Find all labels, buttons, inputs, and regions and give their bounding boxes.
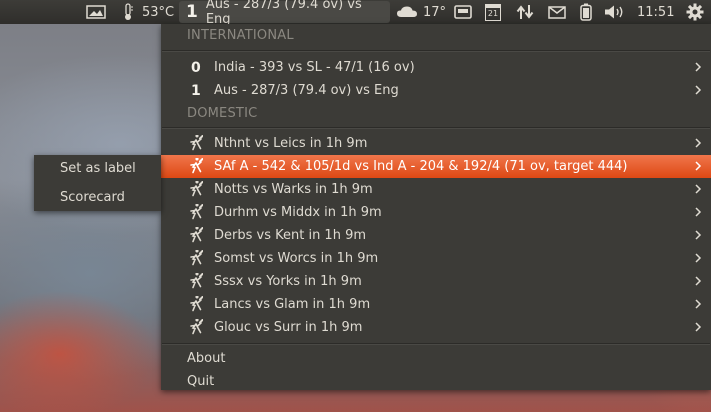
chevron-right-icon [695,253,702,263]
network-arrows-icon [516,5,534,19]
cricket-label: Aus - 287/3 (79.4 ov) vs Eng [205,0,362,27]
weather-indicator[interactable]: 17° [396,0,446,24]
domestic-match-item[interactable]: Somst vs Worcs in 1h 9m [161,247,711,270]
messaging-indicator[interactable] [548,0,566,24]
match-label: SAf A - 542 & 105/1d vs Ind A - 204 & 19… [214,159,628,174]
hardware-indicator[interactable] [86,0,106,24]
chevron-right-icon [695,207,702,217]
domestic-match-item[interactable]: Notts vs Warks in 1h 9m [161,178,711,201]
batsman-icon [190,296,203,312]
about-label: About [187,351,226,366]
menu-separator [162,50,710,52]
batsman-icon [190,158,203,174]
match-label: Notts vs Warks in 1h 9m [214,182,373,197]
clock-text: 11:51 [637,4,675,20]
calendar-icon: 21 [485,3,501,21]
battery-indicator[interactable] [580,0,592,24]
scorecard-item[interactable]: Scorecard [34,184,161,210]
calendar-indicator[interactable]: 21 [485,0,501,24]
match-label: Nthnt vs Leics in 1h 9m [214,136,368,151]
match-label: India - 393 vs SL - 47/1 (16 ov) [214,60,415,75]
drive-indicator[interactable] [454,0,472,24]
chevron-right-icon [695,85,702,95]
weather-temp: 17° [423,4,447,20]
domestic-match-item[interactable]: SAf A - 542 & 105/1d vs Ind A - 204 & 19… [161,155,711,178]
batsman-icon [190,273,203,289]
volume-icon [605,5,623,19]
gear-icon [686,3,704,21]
batsman-icon [190,181,203,197]
international-header: INTERNATIONAL [187,28,294,43]
match-number: 0 [191,59,201,76]
international-match-item[interactable]: 1 Aus - 287/3 (79.4 ov) vs Eng [161,79,711,102]
chevron-right-icon [695,230,702,240]
domestic-match-item[interactable]: Lancs vs Glam in 1h 9m [161,293,711,316]
calendar-day: 21 [485,7,501,21]
screen-icon [86,5,106,19]
match-label: Lancs vs Glam in 1h 9m [214,297,371,312]
chevron-right-icon [695,161,702,171]
match-submenu: Set as label Scorecard [34,155,161,211]
chevron-right-icon [695,62,702,72]
batsman-icon [190,250,203,266]
match-label: Aus - 287/3 (79.4 ov) vs Eng [214,83,399,98]
menu-separator [162,343,710,345]
set-as-label-text: Set as label [60,160,136,176]
match-label: Derbs vs Kent in 1h 9m [214,228,367,243]
batsman-icon [190,204,203,220]
cricket-score-indicator[interactable]: 1 Aus - 287/3 (79.4 ov) vs Eng [179,0,390,27]
battery-icon [580,3,592,21]
chevron-right-icon [695,184,702,194]
about-item[interactable]: About [161,347,711,370]
international-match-item[interactable]: 0 India - 393 vs SL - 47/1 (16 ov) [161,56,711,79]
chevron-right-icon [695,299,702,309]
domestic-match-item[interactable]: Glouc vs Surr in 1h 9m [161,316,711,339]
batsman-icon [190,135,203,151]
sound-indicator[interactable] [604,0,626,24]
set-as-label-item[interactable]: Set as label [34,155,161,181]
match-label: Durhm vs Middx in 1h 9m [214,205,382,220]
domestic-match-item[interactable]: Sssx vs Yorks in 1h 9m [161,270,711,293]
network-indicator[interactable] [516,0,534,24]
thermometer-icon [125,3,133,20]
match-label: Glouc vs Surr in 1h 9m [214,320,363,335]
drive-icon [454,5,472,19]
domestic-match-item[interactable]: Durhm vs Middx in 1h 9m [161,201,711,224]
match-label: Sssx vs Yorks in 1h 9m [214,274,362,289]
session-indicator[interactable] [686,0,704,24]
chevron-right-icon [695,138,702,148]
thermometer-indicator[interactable]: 53°C [122,0,174,24]
match-number: 1 [191,82,201,99]
quit-item[interactable]: Quit [161,370,711,393]
domestic-match-item[interactable]: Derbs vs Kent in 1h 9m [161,224,711,247]
domestic-match-item[interactable]: Nthnt vs Leics in 1h 9m [161,132,711,155]
clock-indicator[interactable]: 11:51 [637,0,674,24]
batsman-icon [190,319,203,335]
menu-separator [162,127,710,129]
quit-label: Quit [187,374,215,389]
batsman-icon [190,227,203,243]
match-label: Somst vs Worcs in 1h 9m [214,251,379,266]
cricket-number: 1 [186,2,198,22]
chevron-right-icon [695,322,702,332]
chevron-right-icon [695,276,702,286]
domestic-header: DOMESTIC [187,106,258,121]
envelope-icon [548,5,566,19]
temperature-text: 53°C [142,4,175,20]
top-panel: 53°C 1 Aus - 287/3 (79.4 ov) vs Eng 17° … [0,0,711,27]
cloud-icon [397,6,417,17]
cricket-dropdown-menu: INTERNATIONAL 0 India - 393 vs SL - 47/1… [161,24,711,390]
scorecard-text: Scorecard [60,189,125,205]
